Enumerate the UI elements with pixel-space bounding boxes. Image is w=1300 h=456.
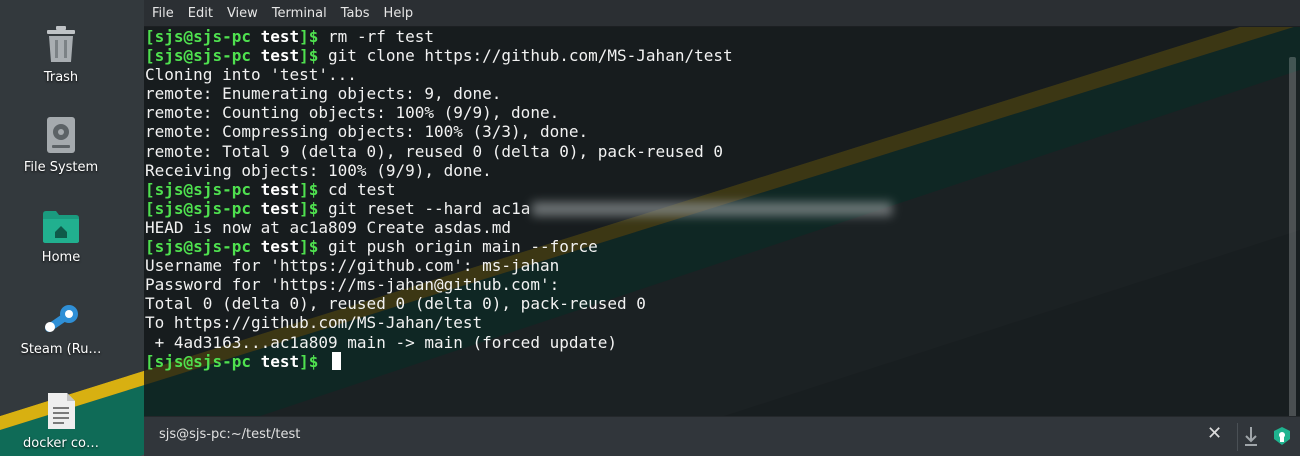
desktop-icon-label: Trash [43,70,79,85]
terminal-prompt-line: [sjs@sjs-pc test]$ rm -rf test [145,27,892,46]
output-text: To https://github.com/MS-Jahan/test [145,313,483,333]
prompt-user-host: sjs@sjs-pc [154,237,251,257]
tab-bar: sjs@sjs-pc:~/test/test ✕ [144,416,1300,456]
terminal-output-line: HEAD is now at ac1a809 Create asdas.md [145,218,892,237]
desktop-icon-label: File System [23,160,99,175]
output-text: Password for 'https://ms-jahan@github.co… [145,275,560,295]
output-text: Cloning into 'test'... [145,65,357,85]
prompt-bracket: [ [145,237,155,257]
prompt-directory: test [260,179,300,199]
terminal-output-line: Cloning into 'test'... [145,65,892,84]
menu-view[interactable]: View [220,0,265,27]
prompt-bracket: [ [145,27,155,46]
scroll-down-arrow-icon[interactable] [1243,425,1259,451]
terminal-output-line: remote: Enumerating objects: 9, done. [145,84,892,103]
desktop-icon-home[interactable]: Home [0,210,122,265]
terminal-output-line: Total 0 (delta 0), reused 0 (delta 0), p… [145,294,892,313]
trash-icon [47,26,75,62]
terminal-output-line: To https://github.com/MS-Jahan/test [145,313,892,332]
command-text: git push origin main --force [318,237,598,257]
desktop-icon-steam[interactable]: Steam (Ru… [0,302,122,357]
desktop-icon-file-system[interactable]: File System [0,116,122,175]
prompt-user-host: sjs@sjs-pc [154,198,251,218]
terminal-output-line: remote: Total 9 (delta 0), reused 0 (del… [145,142,892,161]
menu-help[interactable]: Help [377,0,421,27]
command-text: git clone https://github.com/MS-Jahan/te… [318,46,733,66]
prompt-symbol: ]$ [299,351,319,371]
tab-title[interactable]: sjs@sjs-pc:~/test/test [159,427,300,442]
desktop-icon-docker-compose[interactable]: docker co… [0,392,122,451]
output-text: remote: Total 9 (delta 0), reused 0 (del… [145,141,723,161]
steam-icon [45,305,78,332]
close-tab-icon[interactable]: ✕ [1207,423,1222,444]
terminal-output-line: Receiving objects: 100% (9/9), done. [145,161,892,180]
prompt-directory: test [260,46,300,66]
desktop-icon-label: Home [41,250,81,265]
prompt-symbol: ]$ [299,198,319,218]
prompt-bracket: [ [145,351,155,371]
terminal-output-line: remote: Counting objects: 100% (9/9), do… [145,103,892,122]
terminal-output-area[interactable]: [sjs@sjs-pc test]$ rm -rf test [sjs@sjs-p… [144,27,1300,416]
terminal-prompt-line: [sjs@sjs-pc test]$ git reset --hard ac1a [145,198,893,218]
menu-bar: File Edit View Terminal Tabs Help [144,0,1300,27]
command-text: git reset --hard ac1a [318,198,531,218]
prompt-symbol: ]$ [299,46,319,66]
terminal-lines: [sjs@sjs-pc test]$ rm -rf test [sjs@sjs-p… [145,27,893,371]
terminal-output-line: + 4ad3163...ac1a809 main -> main (forced… [145,333,892,352]
menu-tabs[interactable]: Tabs [334,0,377,27]
terminal-output-line: Username for 'https://github.com': ms-ja… [145,256,892,275]
prompt-bracket: [ [145,179,155,199]
terminal-prompt-line: [sjs@sjs-pc test]$ git push origin main … [145,237,892,256]
harddisk-icon [47,117,75,153]
command-text: cd test [318,179,396,199]
terminal-output-line: Password for 'https://ms-jahan@github.co… [145,275,892,294]
menu-file[interactable]: File [144,0,181,27]
output-text: + 4ad3163...ac1a809 main -> main (forced… [145,332,618,352]
terminal-prompt-line: [sjs@sjs-pc test]$ git clone https://git… [145,46,892,65]
prompt-symbol: ]$ [299,179,319,199]
menu-terminal[interactable]: Terminal [265,0,334,27]
prompt-bracket: [ [145,46,155,66]
home-folder-icon [43,211,79,243]
output-text: remote: Enumerating objects: 9, done. [145,84,502,104]
prompt-user-host: sjs@sjs-pc [154,46,251,66]
prompt-user-host: sjs@sjs-pc [154,351,251,371]
output-text: Username for 'https://github.com': ms-ja… [145,256,560,276]
text-cursor [332,351,342,370]
output-text: Receiving objects: 100% (9/9), done. [145,160,492,180]
text-file-icon [48,393,75,429]
output-text: remote: Counting objects: 100% (9/9), do… [145,103,560,123]
prompt-directory: test [260,198,300,218]
redacted-commit-hash [532,202,893,217]
prompt-bracket: [ [145,198,155,218]
terminal-prompt-line: [sjs@sjs-pc test]$ [145,351,892,371]
command-text [318,352,328,371]
prompt-symbol: ]$ [299,27,319,46]
command-text: rm -rf test [318,27,434,46]
prompt-user-host: sjs@sjs-pc [154,27,251,46]
desktop-icon-label: docker co… [23,436,99,451]
desktop-icon-trash[interactable]: Trash [0,24,122,85]
terminal-output-line: remote: Compressing objects: 100% (3/3),… [145,122,892,141]
prompt-directory: test [260,27,300,46]
output-text: HEAD is now at ac1a809 Create asdas.md [145,217,512,237]
output-text: Total 0 (delta 0), reused 0 (delta 0), p… [145,294,646,314]
scrollbar[interactable] [1289,57,1296,416]
output-text: remote: Compressing objects: 100% (3/3),… [145,122,589,142]
prompt-symbol: ]$ [299,237,319,257]
menu-edit[interactable]: Edit [181,0,220,27]
prompt-directory: test [260,351,300,371]
tab-divider [1237,423,1238,451]
desktop-icon-label: Steam (Ru… [20,342,102,357]
terminal-app-icon [1272,426,1292,450]
terminal-window[interactable]: File Edit View Terminal Tabs Help [sjs@s… [144,0,1300,456]
prompt-user-host: sjs@sjs-pc [154,179,251,199]
prompt-directory: test [260,237,300,257]
terminal-prompt-line: [sjs@sjs-pc test]$ cd test [145,180,892,199]
